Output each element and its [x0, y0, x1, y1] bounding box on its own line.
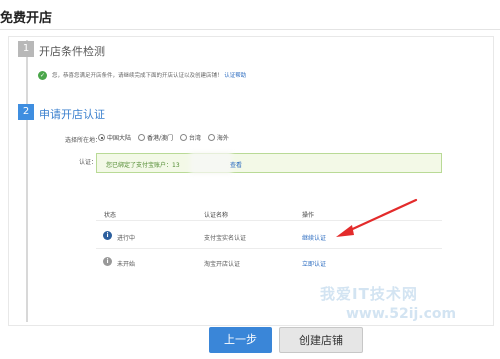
start-auth-link[interactable]: 立即认证 — [302, 259, 326, 268]
radio-label: 中国大陆 — [107, 135, 132, 142]
page-title: 免费开店 — [0, 11, 53, 26]
row-2-status: 未开始 — [117, 261, 136, 268]
auth-label: 认证： — [79, 159, 98, 166]
step-title-1: 开店条件检测 — [39, 45, 105, 58]
radio-empty-icon — [179, 134, 187, 141]
step-number-1: 1 — [18, 41, 34, 57]
radio-label: 台湾 — [188, 135, 201, 142]
step-title-2: 申请开店认证 — [39, 108, 105, 121]
radio-label: 香港/澳门 — [146, 135, 173, 142]
notice-text: 您，恭喜您满足开店条件，请继续完成下面的开店认证以及创建店铺！ — [52, 73, 223, 79]
radio-hk-macau[interactable]: 香港/澳门 — [137, 133, 173, 142]
header-divider — [0, 29, 500, 30]
step-number-2: 2 — [18, 104, 34, 120]
step-rail — [26, 40, 28, 322]
radio-overseas[interactable]: 海外 — [207, 133, 229, 142]
radio-empty-icon — [137, 134, 145, 141]
radio-empty-icon — [207, 134, 215, 141]
table-row-divider — [96, 248, 442, 249]
location-radio-group: 中国大陆 香港/澳门 台湾 海外 — [98, 133, 234, 143]
table-header-action: 操作 — [302, 212, 315, 219]
radio-taiwan[interactable]: 台湾 — [179, 133, 201, 142]
radio-selected-icon — [98, 134, 105, 141]
table-header-status: 状态 — [104, 212, 117, 219]
info-active-icon: i — [103, 231, 112, 240]
check-icon: ✓ — [38, 71, 47, 80]
notice-message: 您，恭喜您满足开店条件，请继续完成下面的开店认证以及创建店铺！ 认证帮助 — [52, 71, 246, 79]
row-2-name: 淘宝开店认证 — [204, 261, 241, 268]
previous-step-button[interactable]: 上一步 — [209, 327, 272, 353]
annotation-arrow-icon — [336, 198, 418, 237]
row-1-status: 进行中 — [117, 235, 136, 242]
blurred-account — [190, 152, 232, 174]
view-link[interactable]: 查看 — [230, 160, 242, 169]
auth-help-link[interactable]: 认证帮助 — [224, 73, 246, 79]
continue-auth-link[interactable]: 继续认证 — [302, 233, 326, 242]
radio-label: 海外 — [216, 135, 229, 142]
info-pending-icon: i — [103, 257, 112, 266]
auth-message: 您已绑定了支付宝账户：13 — [106, 162, 180, 169]
watermark-main: 我爱IT技术网 — [320, 285, 418, 303]
row-1-name: 支付宝实名认证 — [204, 235, 247, 242]
location-label: 选择所在地： — [65, 137, 102, 144]
watermark-url: www.52ij.com — [346, 306, 457, 322]
site-watermark: 我爱IT技术网 www.52ij.com — [320, 283, 500, 355]
table-header-name: 认证名称 — [204, 212, 229, 219]
radio-mainland[interactable]: 中国大陆 — [98, 133, 131, 142]
